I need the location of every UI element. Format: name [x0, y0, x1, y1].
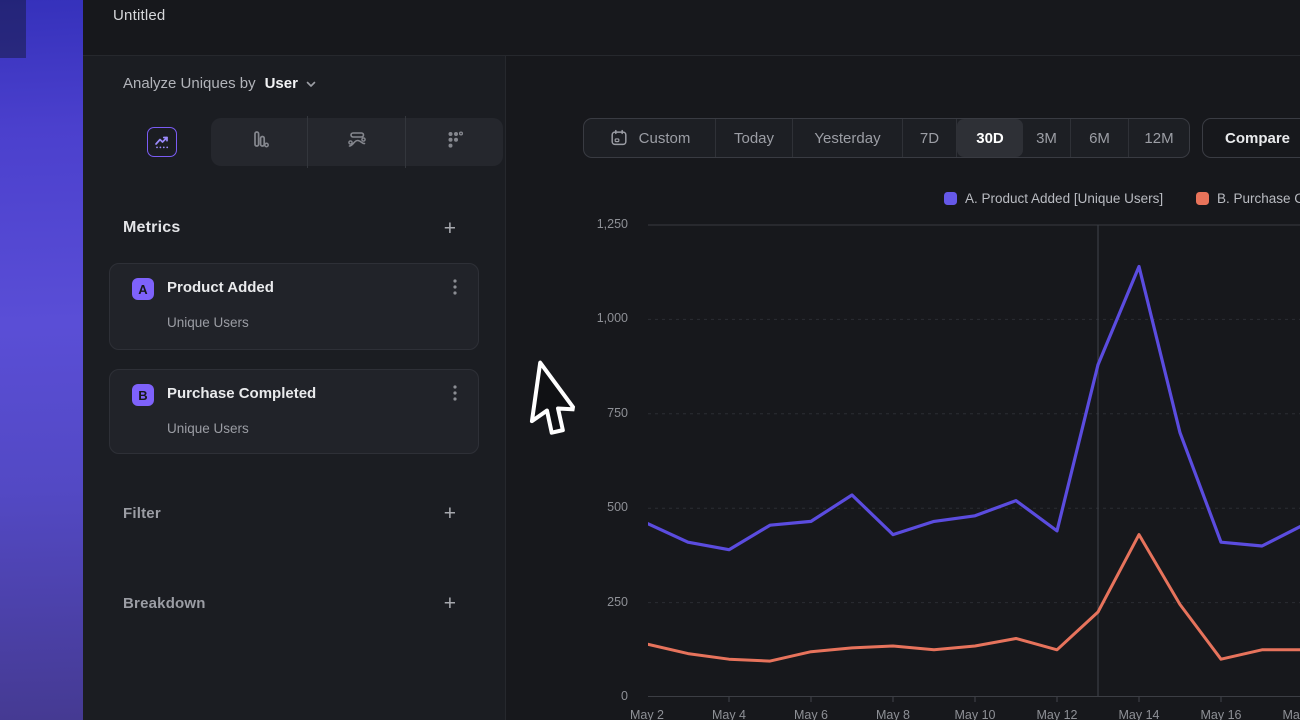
- compare-button[interactable]: Compare: [1202, 118, 1300, 158]
- x-tick-label: May 10: [940, 708, 1010, 720]
- tab-flow-chart[interactable]: [307, 116, 405, 168]
- add-breakdown-button[interactable]: +: [444, 593, 456, 614]
- legend-item-b[interactable]: B. Purchase Completed [Unique Users]: [1196, 191, 1300, 206]
- legend-label-b: B. Purchase Completed [Unique Users]: [1217, 191, 1300, 206]
- y-tick-label: 250: [506, 595, 628, 609]
- metric-badge-b: B: [132, 384, 154, 406]
- metric-subtitle-a: Unique Users: [167, 315, 249, 330]
- strip-corner-shade: [0, 0, 26, 58]
- chevron-down-icon[interactable]: [305, 78, 317, 90]
- legend-swatch-a: [944, 192, 957, 205]
- range-yesterday-label: Yesterday: [814, 130, 880, 147]
- x-tick-label: May 16: [1186, 708, 1256, 720]
- legend-item-a[interactable]: A. Product Added [Unique Users]: [944, 191, 1163, 206]
- add-metric-button[interactable]: +: [444, 218, 456, 239]
- metrics-header-row: Metrics +: [83, 211, 505, 245]
- plot-area: [648, 219, 1300, 703]
- top-header: Untitled: [83, 0, 1300, 56]
- tab-line-chart[interactable]: [113, 116, 210, 168]
- x-tick-label: May 12: [1022, 708, 1092, 720]
- range-yesterday[interactable]: Yesterday: [793, 119, 903, 157]
- range-3m[interactable]: 3M: [1023, 119, 1071, 157]
- analyze-value-dropdown[interactable]: User: [265, 75, 298, 92]
- app-window: Untitled Analyze Uniques by User: [0, 0, 1300, 720]
- chart-panel: Custom Today Yesterday 7D 30D 3M 6M 12M …: [506, 56, 1300, 720]
- line-chart-icon: [147, 127, 177, 157]
- metrics-header: Metrics: [123, 219, 180, 237]
- metric-card-a[interactable]: A Product Added Unique Users: [109, 263, 479, 350]
- metric-title-a: Product Added: [167, 279, 274, 296]
- range-12m-label: 12M: [1144, 130, 1173, 147]
- range-7d[interactable]: 7D: [903, 119, 957, 157]
- left-gradient-strip: [0, 0, 83, 720]
- line-chart[interactable]: 1,2501,0007505002500 May 2May 4May 6May …: [506, 219, 1300, 720]
- legend-swatch-b: [1196, 192, 1209, 205]
- range-custom[interactable]: Custom: [584, 119, 716, 157]
- filter-label: Filter: [123, 505, 161, 522]
- breakdown-row: Breakdown +: [83, 586, 505, 620]
- range-30d-label: 30D: [976, 130, 1004, 147]
- add-filter-button[interactable]: +: [444, 503, 456, 524]
- x-tick-label: May 18: [1268, 708, 1300, 720]
- y-tick-label: 500: [506, 500, 628, 514]
- chart-type-tabs: [113, 116, 503, 168]
- metric-subtitle-b: Unique Users: [167, 421, 249, 436]
- breakdown-label: Breakdown: [123, 595, 206, 612]
- x-tick-label: May 4: [694, 708, 764, 720]
- x-tick-label: May 14: [1104, 708, 1174, 720]
- metric-badge-a: A: [132, 278, 154, 300]
- y-tick-label: 1,250: [506, 217, 628, 231]
- x-tick-label: May 2: [612, 708, 682, 720]
- tab-bar-chart[interactable]: [210, 116, 307, 168]
- metric-title-b: Purchase Completed: [167, 385, 316, 402]
- app-panel: Untitled Analyze Uniques by User: [83, 0, 1300, 720]
- range-custom-label: Custom: [639, 130, 691, 147]
- range-12m[interactable]: 12M: [1129, 119, 1189, 157]
- range-today-label: Today: [734, 130, 774, 147]
- range-7d-label: 7D: [920, 130, 939, 147]
- funnel-dots-icon: [442, 127, 468, 158]
- range-3m-label: 3M: [1036, 130, 1057, 147]
- range-today[interactable]: Today: [716, 119, 793, 157]
- range-30d[interactable]: 30D: [957, 119, 1023, 157]
- range-6m[interactable]: 6M: [1071, 119, 1129, 157]
- x-tick-label: May 8: [858, 708, 928, 720]
- metric-card-b[interactable]: B Purchase Completed Unique Users: [109, 369, 479, 454]
- analyze-row: Analyze Uniques by User: [83, 56, 505, 111]
- flow-chart-icon: [344, 127, 370, 158]
- bar-chart-icon: [246, 127, 272, 158]
- legend-label-a: A. Product Added [Unique Users]: [965, 191, 1163, 206]
- chart-legend: A. Product Added [Unique Users] B. Purch…: [506, 191, 1300, 209]
- x-tick-label: May 6: [776, 708, 846, 720]
- kebab-menu-icon[interactable]: [446, 276, 464, 298]
- analyze-label: Analyze Uniques by: [123, 75, 256, 92]
- y-tick-label: 1,000: [506, 311, 628, 325]
- date-range-control: Custom Today Yesterday 7D 30D 3M 6M 12M: [583, 118, 1190, 158]
- report-title[interactable]: Untitled: [113, 7, 165, 24]
- range-6m-label: 6M: [1089, 130, 1110, 147]
- kebab-menu-icon[interactable]: [446, 382, 464, 404]
- tab-funnel-dots[interactable]: [405, 116, 503, 168]
- filter-row: Filter +: [83, 496, 505, 530]
- calendar-icon: [609, 128, 629, 148]
- y-tick-label: 0: [506, 689, 628, 703]
- sidebar: Analyze Uniques by User: [83, 56, 506, 720]
